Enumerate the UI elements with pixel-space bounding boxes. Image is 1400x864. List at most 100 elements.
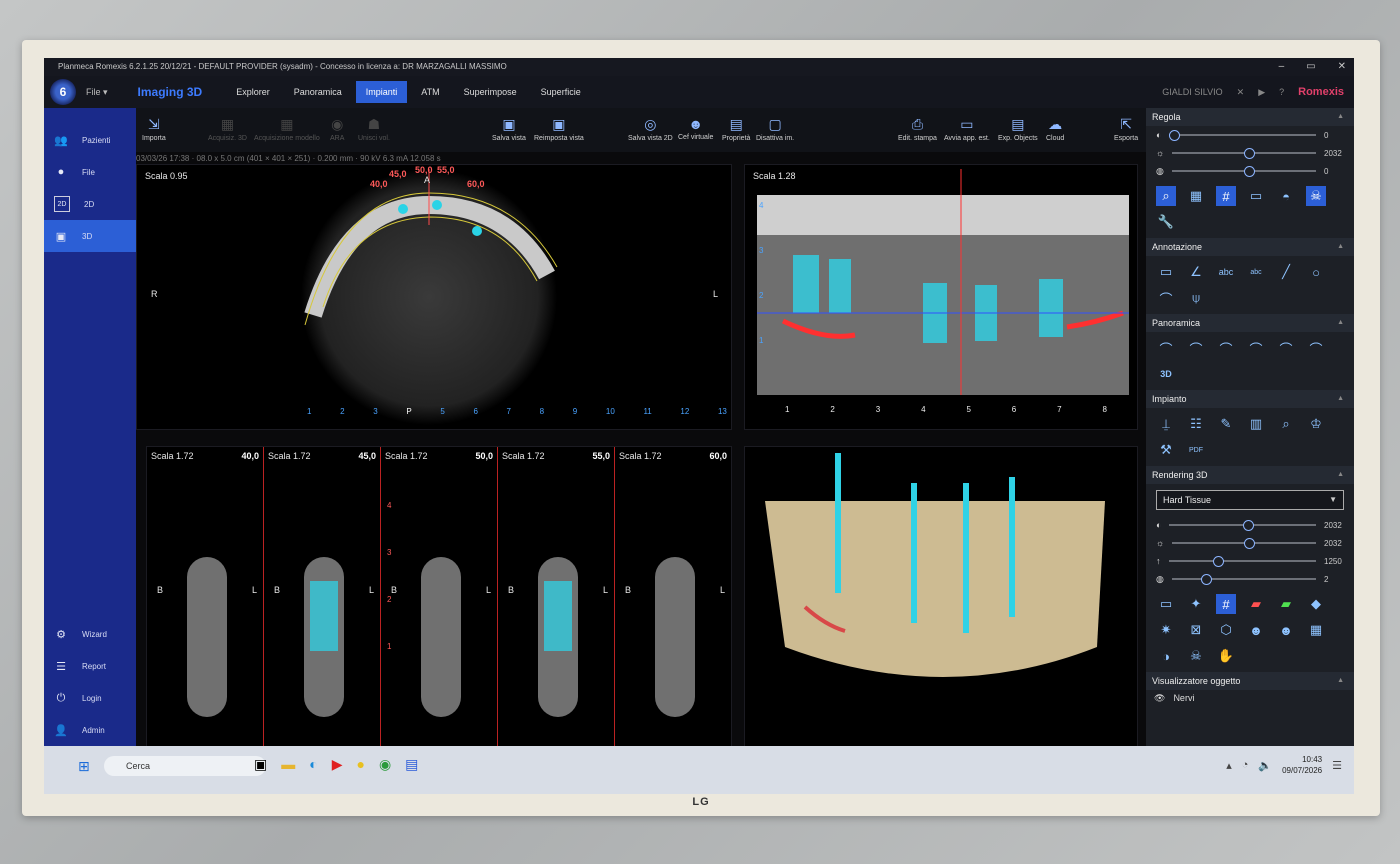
sidebar-item-3d[interactable]: ▣ 3D xyxy=(44,220,136,252)
render-cube-icon[interactable]: ⬡ xyxy=(1216,620,1236,640)
render-skull-icon[interactable]: ☠ xyxy=(1186,646,1206,666)
maximize-icon[interactable]: ▭ xyxy=(1306,58,1315,76)
romexis-logo-icon[interactable]: 6 xyxy=(50,79,76,105)
sidebar-item-report[interactable]: ☰ Report xyxy=(44,650,136,682)
render-mesh-icon[interactable]: ▦ xyxy=(1306,620,1326,640)
unisci-vol-button[interactable]: ☗ Unisci vol. xyxy=(358,116,390,142)
video-icon[interactable]: ▶ xyxy=(1258,87,1265,98)
ara-button[interactable]: ◉ ARA xyxy=(330,116,344,142)
brightness-slider[interactable]: ☼ 2032 xyxy=(1146,144,1354,162)
curve-f-icon[interactable]: ⌒ xyxy=(1306,338,1326,358)
impianto-section[interactable]: Impianto xyxy=(1146,390,1354,408)
salva-vista-2d-button[interactable]: ◎ Salva vista 2D xyxy=(628,116,673,142)
cross-section-panel[interactable]: Scala 1.72 45,0 B L xyxy=(264,447,381,749)
grid-icon[interactable]: # xyxy=(1216,186,1236,206)
3d-view-icon[interactable]: 3D xyxy=(1156,364,1176,384)
wifi-icon[interactable]: ◔ xyxy=(1242,759,1249,771)
gamma-slider[interactable]: ◍ 0 xyxy=(1146,162,1354,180)
render-brightness-slider[interactable]: ☼ 2032 xyxy=(1146,534,1354,552)
eye-icon[interactable]: 👁 xyxy=(1154,693,1165,704)
cross-section-panel[interactable]: Scala 1.72 40,0 B L xyxy=(147,447,264,749)
tooth-icon[interactable]: ⍦ xyxy=(1186,288,1206,308)
salva-vista-button[interactable]: ▣ Salva vista xyxy=(492,116,526,142)
render-star-icon[interactable]: ✷ xyxy=(1156,620,1176,640)
tab-impianti[interactable]: Impianti xyxy=(355,81,408,103)
pdf-icon[interactable]: PDF xyxy=(1186,440,1206,460)
implant-add-icon[interactable]: ⍊ xyxy=(1156,414,1176,434)
tab-panoramica[interactable]: Panoramica xyxy=(284,81,352,103)
angle-icon[interactable]: ∠ xyxy=(1186,262,1206,282)
image-icon[interactable]: ▭ xyxy=(1246,186,1266,206)
volume-icon[interactable]: 🔈 xyxy=(1258,759,1272,772)
tab-superimpose[interactable]: Superimpose xyxy=(454,81,527,103)
render-head-icon[interactable]: ☻ xyxy=(1246,620,1266,640)
acquisizione-modello-button[interactable]: ▦ Acquisizione modello xyxy=(254,116,320,142)
avvia-app-button[interactable]: ▭ Avvia app. est. xyxy=(944,116,990,142)
render-light-icon[interactable]: ✦ xyxy=(1186,594,1206,614)
curve-edit-icon[interactable]: ⌒ xyxy=(1156,338,1176,358)
cross-section-panel[interactable]: Scala 1.72 50,0 B L 4 3 2 1 xyxy=(381,447,498,749)
implant-library-icon[interactable]: ▥ xyxy=(1246,414,1266,434)
edge-icon[interactable]: ◐ xyxy=(309,756,317,773)
cross-section-panel[interactable]: Scala 1.72 60,0 B L xyxy=(615,447,731,749)
render-head2-icon[interactable]: ☻ xyxy=(1276,620,1296,640)
esporta-button[interactable]: ⇱ Esporta xyxy=(1114,116,1138,142)
sidebar-item-login[interactable]: ⏻ Login xyxy=(44,682,136,714)
cross-section-panel[interactable]: Scala 1.72 55,0 B L xyxy=(498,447,615,749)
taskview-icon[interactable]: ▣ xyxy=(254,756,267,773)
wrench-icon[interactable]: 🔧 xyxy=(1156,212,1176,232)
windows-start-icon[interactable]: ⊞ xyxy=(78,758,94,774)
rendering-section[interactable]: Rendering 3D xyxy=(1146,466,1354,484)
proprieta-button[interactable]: ▤ Proprietà xyxy=(722,116,750,142)
curve-a-icon[interactable]: ⌒ xyxy=(1276,338,1296,358)
cross-sections-view[interactable]: Scala 1.72 40,0 B L Scala 1.72 45,0 B L … xyxy=(146,446,732,750)
render-mode-select[interactable]: Hard Tissue xyxy=(1156,490,1344,510)
crown-icon[interactable]: ♔ xyxy=(1306,414,1326,434)
folder-icon[interactable]: ▬ xyxy=(281,756,295,773)
acquis3d-button[interactable]: ▦ Acquisiz. 3D xyxy=(208,116,247,142)
render-sphere-icon[interactable]: ◑ xyxy=(1156,646,1176,666)
slider-knob[interactable] xyxy=(1169,130,1181,141)
tab-superficie[interactable]: Superficie xyxy=(531,81,591,103)
panoramic-view[interactable]: Scala 1.28 4 3 2 1 1 2 3 4 5 6 7 8 xyxy=(744,164,1138,430)
render-red-icon[interactable]: ▰ xyxy=(1246,594,1266,614)
sidebar-item-2d[interactable]: 2D 2D xyxy=(44,188,136,220)
text-icon[interactable]: abc xyxy=(1216,262,1236,282)
cloud-button[interactable]: ☁ Cloud xyxy=(1046,116,1064,142)
exp-objects-button[interactable]: ▤ Exp. Objects xyxy=(998,116,1038,142)
close-patient-icon[interactable]: ✕ xyxy=(1237,87,1245,98)
tab-explorer[interactable]: Explorer xyxy=(226,81,280,103)
sidebar-item-file[interactable]: ● File xyxy=(44,156,136,188)
render-grid-icon[interactable]: # xyxy=(1216,594,1236,614)
disattiva-im-button[interactable]: ▢ Disattiva im. xyxy=(756,116,794,142)
cef-virtuale-button[interactable]: ☻ Cef virtuale xyxy=(678,116,713,141)
slider-knob[interactable] xyxy=(1244,538,1256,549)
visualizzatore-section[interactable]: Visualizzatore oggetto xyxy=(1146,672,1354,690)
sidebar-item-admin[interactable]: 👤 Admin xyxy=(44,714,136,746)
implant-search-icon[interactable]: ⌕ xyxy=(1276,414,1296,434)
minimize-icon[interactable]: – xyxy=(1279,58,1285,76)
reimposta-vista-button[interactable]: ▣ Reimposta vista xyxy=(534,116,584,142)
annotazione-section[interactable]: Annotazione xyxy=(1146,238,1354,256)
tray-icon[interactable]: ▴ xyxy=(1226,759,1232,772)
skull-icon[interactable]: ☠ xyxy=(1306,186,1326,206)
slider-knob[interactable] xyxy=(1243,166,1255,177)
implant-edit-icon[interactable]: ✎ xyxy=(1216,414,1236,434)
file-menu[interactable]: File ▾ xyxy=(86,87,108,98)
slider-knob[interactable] xyxy=(1212,556,1224,567)
curve-delete-icon[interactable]: ⌒ xyxy=(1186,338,1206,358)
axial-view[interactable]: Scala 0.95 40,0 45,0 50,0 55,0 60,0 A R … xyxy=(136,164,732,430)
importa-button[interactable]: ⇲ Importa xyxy=(142,116,166,142)
tab-atm[interactable]: ATM xyxy=(411,81,449,103)
object-row-nervi[interactable]: 👁 Nervi xyxy=(1146,690,1354,706)
close-icon[interactable]: ✕ xyxy=(1338,58,1346,76)
curve-move-icon[interactable]: ⌒ xyxy=(1216,338,1236,358)
implant-tool-icon[interactable]: ⚒ xyxy=(1156,440,1176,460)
filter-icon[interactable]: ▦ xyxy=(1186,186,1206,206)
slider-knob[interactable] xyxy=(1244,148,1256,159)
render-contrast-slider[interactable]: ◐ 2032 xyxy=(1146,516,1354,534)
render-3d-view[interactable] xyxy=(744,446,1138,750)
curve-shift-icon[interactable]: ⌒ xyxy=(1246,338,1266,358)
panoramica-section[interactable]: Panoramica xyxy=(1146,314,1354,332)
slider-knob[interactable] xyxy=(1200,574,1212,585)
